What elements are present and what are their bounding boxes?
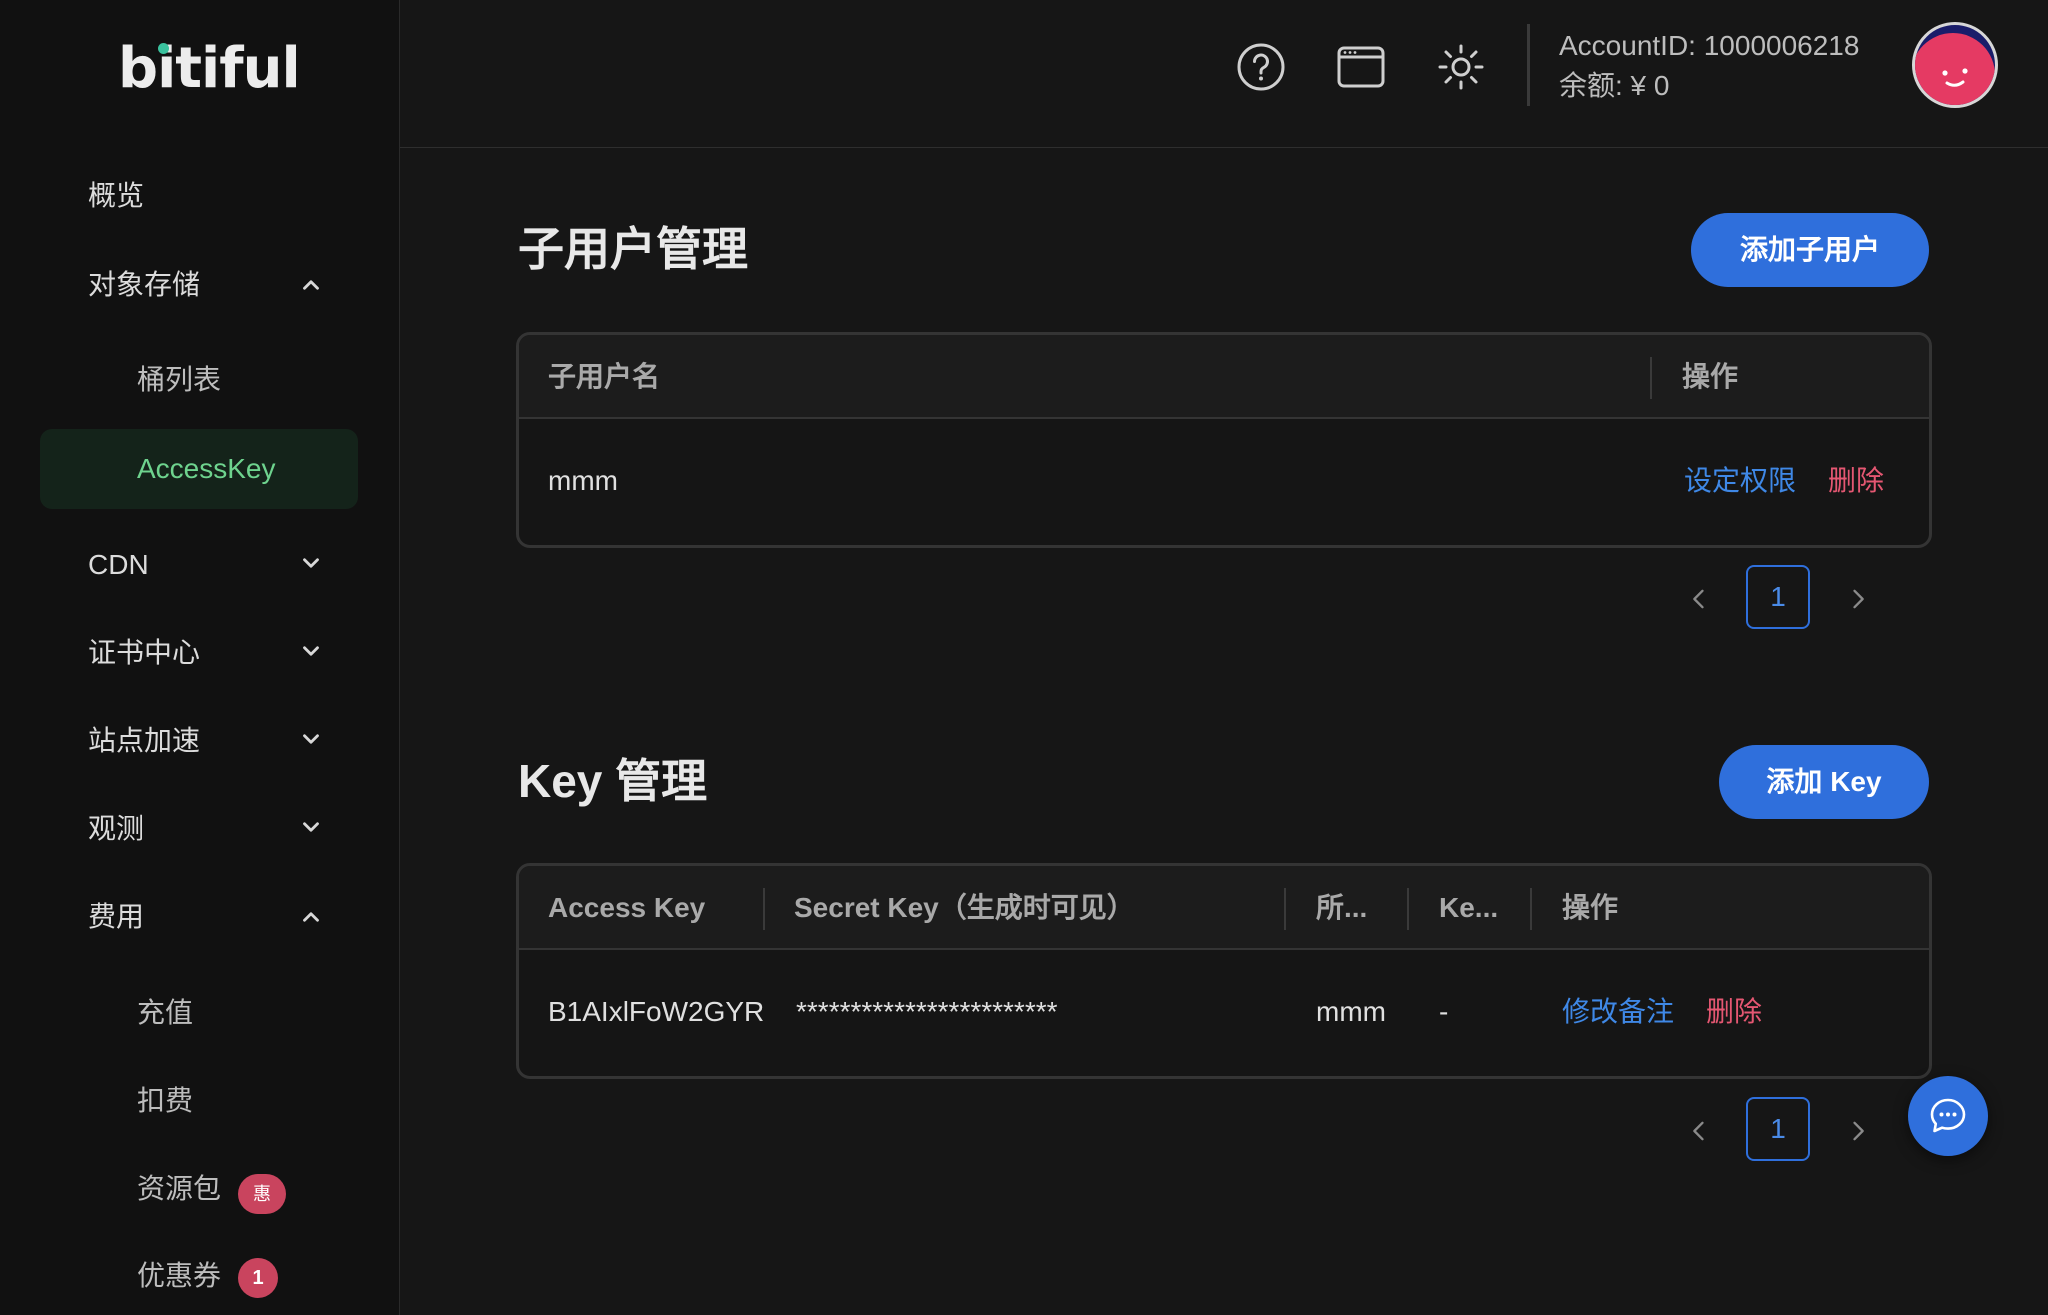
chat-bubble-icon	[1930, 1098, 1966, 1133]
keys-table: Access Key Secret Key（生成时可见） 所... Ke... …	[516, 863, 1932, 1079]
set-permissions-link[interactable]: 设定权限	[1684, 419, 1796, 543]
smile-icon	[1942, 68, 1968, 87]
window-icon[interactable]	[1336, 42, 1386, 92]
column-header-owner: 所...	[1316, 892, 1368, 923]
add-key-button[interactable]: 添加 Key	[1719, 745, 1929, 819]
chevron-down-icon[interactable]	[298, 726, 324, 752]
sidebar-item-coupons[interactable]: 优惠券	[137, 1256, 221, 1296]
delete-key-link[interactable]: 删除	[1706, 950, 1762, 1074]
delete-subuser-link[interactable]: 删除	[1828, 419, 1884, 543]
logo-text: bitiful	[118, 36, 301, 101]
avatar[interactable]	[1912, 22, 1998, 108]
sidebar-item-observability[interactable]: 观测	[88, 809, 144, 849]
add-subuser-button[interactable]: 添加子用户	[1691, 213, 1929, 287]
top-header: AccountID: 1000006218 余额: ¥ 0	[400, 0, 2048, 148]
sidebar-item-overview[interactable]: 概览	[88, 176, 144, 216]
subusers-table: 子用户名 操作 mmm 设定权限 删除	[516, 332, 1932, 548]
column-header-secret-key: Secret Key（生成时可见）	[794, 892, 1135, 923]
chevron-down-icon[interactable]	[298, 550, 324, 576]
column-header-actions: 操作	[1682, 361, 1739, 392]
column-header-actions: 操作	[1562, 892, 1619, 923]
sidebar-item-bucket-list[interactable]: 桶列表	[137, 360, 221, 400]
sidebar-item-certificates[interactable]: 证书中心	[88, 633, 200, 673]
logo-dot	[158, 43, 169, 54]
chevron-up-icon[interactable]	[298, 904, 324, 930]
table-header: 子用户名 操作	[519, 335, 1929, 419]
column-separator	[1650, 357, 1652, 399]
table-header: Access Key Secret Key（生成时可见） 所... Ke... …	[519, 866, 1929, 950]
sidebar-item-accesskey-label: AccessKey	[137, 453, 276, 484]
sidebar-item-cdn[interactable]: CDN	[88, 545, 149, 585]
column-separator	[1530, 888, 1532, 930]
sidebar-item-resource-packs[interactable]: 资源包	[137, 1169, 221, 1209]
promo-badge: 惠	[238, 1174, 286, 1214]
owner-cell: mmm	[1316, 996, 1386, 1027]
header-divider	[1527, 24, 1530, 106]
sidebar: bitiful 概览 对象存储 桶列表 AccessKey CDN 证书中心 站…	[0, 0, 400, 1315]
pager-next-icon[interactable]	[1844, 1117, 1872, 1145]
sidebar-item-billing[interactable]: 费用	[88, 897, 144, 937]
secret-key-cell: ************************	[796, 996, 1058, 1027]
edit-note-link[interactable]: 修改备注	[1562, 950, 1674, 1074]
app-root: bitiful 概览 对象存储 桶列表 AccessKey CDN 证书中心 站…	[0, 0, 2048, 1315]
column-separator	[1407, 888, 1409, 930]
column-header-key-note: Ke...	[1439, 892, 1499, 923]
pager-current-page[interactable]: 1	[1746, 1097, 1810, 1161]
sidebar-item-deductions[interactable]: 扣费	[137, 1081, 193, 1121]
sidebar-item-recharge[interactable]: 充值	[137, 993, 193, 1033]
column-separator	[763, 888, 765, 930]
sidebar-item-object-storage[interactable]: 对象存储	[88, 265, 200, 305]
account-id: AccountID: 1000006218	[1559, 30, 1860, 61]
coupon-count-badge: 1	[238, 1258, 278, 1298]
chat-support-button[interactable]	[1908, 1076, 1988, 1156]
theme-sun-icon[interactable]	[1436, 42, 1486, 92]
chevron-up-icon[interactable]	[298, 272, 324, 298]
account-balance: 余额: ¥ 0	[1559, 70, 1670, 101]
subusers-title: 子用户管理	[518, 223, 748, 275]
column-header-access-key: Access Key	[548, 892, 706, 923]
keys-title: Key 管理	[518, 755, 708, 807]
access-key-cell: B1AIxlFoW2GYR2	[548, 996, 764, 1027]
sidebar-item-site-acceleration[interactable]: 站点加速	[88, 721, 200, 761]
subuser-name-cell: mmm	[548, 465, 618, 496]
pager-prev-icon[interactable]	[1685, 585, 1713, 613]
chevron-down-icon[interactable]	[298, 638, 324, 664]
column-header-subuser-name: 子用户名	[548, 361, 661, 392]
pager-prev-icon[interactable]	[1685, 1117, 1713, 1145]
pager-next-icon[interactable]	[1844, 585, 1872, 613]
sidebar-item-accesskey[interactable]: AccessKey	[40, 429, 358, 509]
chevron-down-icon[interactable]	[298, 814, 324, 840]
column-separator	[1284, 888, 1286, 930]
help-icon[interactable]	[1236, 42, 1286, 92]
key-note-cell: -	[1439, 996, 1449, 1027]
pager-current-page[interactable]: 1	[1746, 565, 1810, 629]
brand-logo[interactable]: bitiful	[118, 36, 301, 101]
